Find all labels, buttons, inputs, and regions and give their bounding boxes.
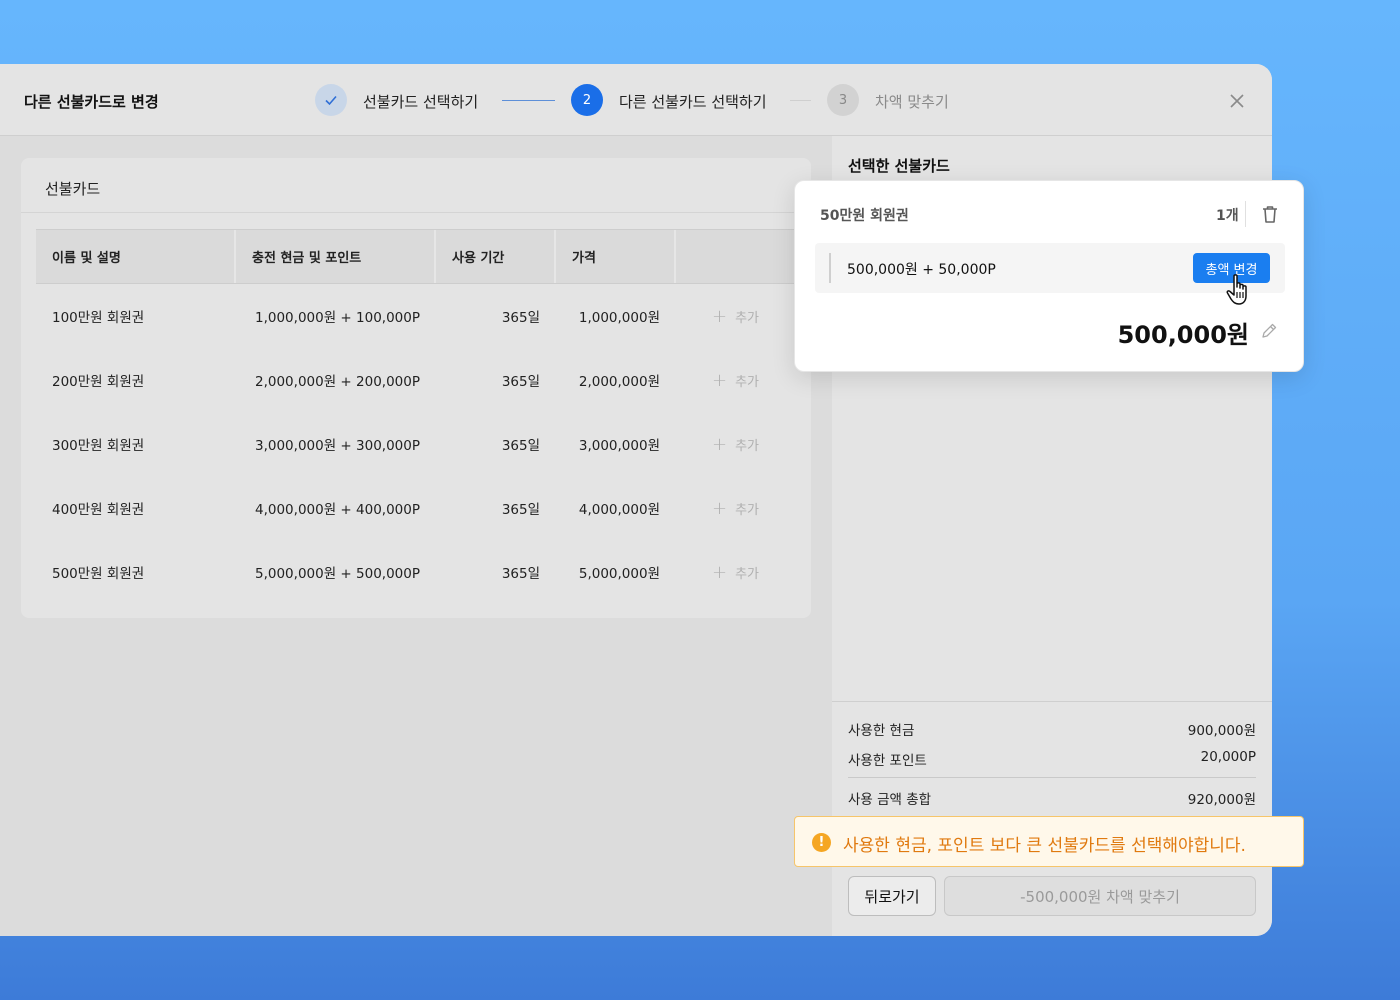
trash-icon[interactable] [1259,203,1281,225]
card-price: 4,000,000원 [578,502,660,518]
divider [829,253,831,283]
step-3-label: 차액 맞추기 [875,93,949,111]
card-period: 365일 [501,566,540,582]
card-price: 2,000,000원 [578,374,660,390]
add-button[interactable]: + 추가 [712,348,759,412]
back-button[interactable]: 뒤로가기 [848,876,936,916]
card-name: 500만원 회원권 [52,566,145,582]
summary-total: 사용 금액 총합 920,000원 [848,788,1256,808]
summary-used-cash: 사용한 현금 900,000원 [848,719,1256,739]
warning-icon: ! [812,833,831,852]
summary-label: 사용한 현금 [848,723,915,739]
divider [832,701,1272,702]
add-label: 추가 [735,438,760,454]
plus-icon: + [712,497,728,519]
dialog-header: 다른 선불카드로 변경 선불카드 선택하기 2 다른 선불카드 선택하기 3 차… [0,64,1272,136]
add-label: 추가 [735,374,760,390]
plus-icon: + [712,433,728,455]
card-charge: 2,000,000원 + 200,000P [255,374,420,390]
step-connector [790,100,811,101]
add-label: 추가 [735,310,760,326]
add-button[interactable]: + 추가 [712,476,759,540]
hand-pointer-icon [1225,273,1255,309]
step-2-number: 2 [571,84,603,116]
selected-card-detail: 500,000원 + 50,000P [847,262,996,278]
selected-card-name: 50만원 회원권 [820,208,909,224]
summary-value: 20,000P [1200,749,1256,765]
card-period: 365일 [501,310,540,326]
column-header: 이름 및 설명 [36,230,236,283]
table-row: 100만원 회원권 1,000,000원 + 100,000P 365일 1,0… [36,284,811,348]
add-label: 추가 [735,502,760,518]
summary-value: 920,000원 [1187,792,1256,808]
card-period: 365일 [501,502,540,518]
card-price: 5,000,000원 [578,566,660,582]
divider [21,212,811,213]
column-header: 가격 [556,230,676,283]
card-name: 100만원 회원권 [52,310,145,326]
warning-message: 사용한 현금, 포인트 보다 큰 선불카드를 선택해야합니다. [843,836,1246,856]
plus-icon: + [712,305,728,327]
panel-title: 선불카드 [45,180,101,198]
column-header: 충전 현금 및 포인트 [236,230,436,283]
card-name: 200만원 회원권 [52,374,145,390]
table-row: 200만원 회원권 2,000,000원 + 200,000P 365일 2,0… [36,348,811,412]
step-3-number: 3 [827,84,859,116]
card-period: 365일 [501,374,540,390]
card-charge: 1,000,000원 + 100,000P [255,310,420,326]
step-2-label: 다른 선불카드 선택하기 [619,93,767,111]
selected-card-detail-row: 500,000원 + 50,000P 총액 변경 [815,243,1285,293]
card-period: 365일 [501,438,540,454]
prepaid-card-list: 선불카드 이름 및 설명 충전 현금 및 포인트 사용 기간 가격 100만원 … [21,158,811,618]
column-header: 사용 기간 [436,230,556,283]
step-1-done-icon [315,84,347,116]
selected-cards-title: 선택한 선불카드 [848,157,950,175]
summary-label: 사용 금액 총합 [848,792,932,808]
step-connector [502,100,555,101]
dialog-title: 다른 선불카드로 변경 [24,93,159,111]
step-1-label: 선불카드 선택하기 [363,93,479,111]
add-label: 추가 [735,566,760,582]
table-row: 400만원 회원권 4,000,000원 + 400,000P 365일 4,0… [36,476,811,540]
plus-icon: + [712,561,728,583]
add-button[interactable]: + 추가 [712,412,759,476]
table-row: 500만원 회원권 5,000,000원 + 500,000P 365일 5,0… [36,540,811,604]
add-button[interactable]: + 추가 [712,540,759,604]
card-price: 3,000,000원 [578,438,660,454]
selected-card-price: 500,000원 [1117,321,1249,349]
table-header: 이름 및 설명 충전 현금 및 포인트 사용 기간 가격 [36,229,811,284]
card-price: 1,000,000원 [578,310,660,326]
card-name: 400만원 회원권 [52,502,145,518]
card-charge: 5,000,000원 + 500,000P [255,566,420,582]
pencil-icon[interactable] [1259,321,1279,341]
divider [1245,201,1246,227]
match-difference-button[interactable]: -500,000원 차액 맞추기 [944,876,1256,916]
divider [848,777,1256,778]
summary-used-points: 사용한 포인트 20,000P [848,749,1256,769]
summary-label: 사용한 포인트 [848,753,927,769]
card-charge: 3,000,000원 + 300,000P [255,438,420,454]
close-icon[interactable] [1226,90,1248,112]
selected-card-quantity: 1개 [1216,208,1239,224]
selected-card-item: 50만원 회원권 1개 500,000원 + 50,000P 총액 변경 500… [794,180,1304,372]
summary-value: 900,000원 [1187,723,1256,739]
card-name: 300만원 회원권 [52,438,145,454]
plus-icon: + [712,369,728,391]
add-button[interactable]: + 추가 [712,284,759,348]
warning-toast: ! 사용한 현금, 포인트 보다 큰 선불카드를 선택해야합니다. [794,816,1304,867]
card-charge: 4,000,000원 + 400,000P [255,502,420,518]
column-header [676,230,811,283]
table-row: 300만원 회원권 3,000,000원 + 300,000P 365일 3,0… [36,412,811,476]
